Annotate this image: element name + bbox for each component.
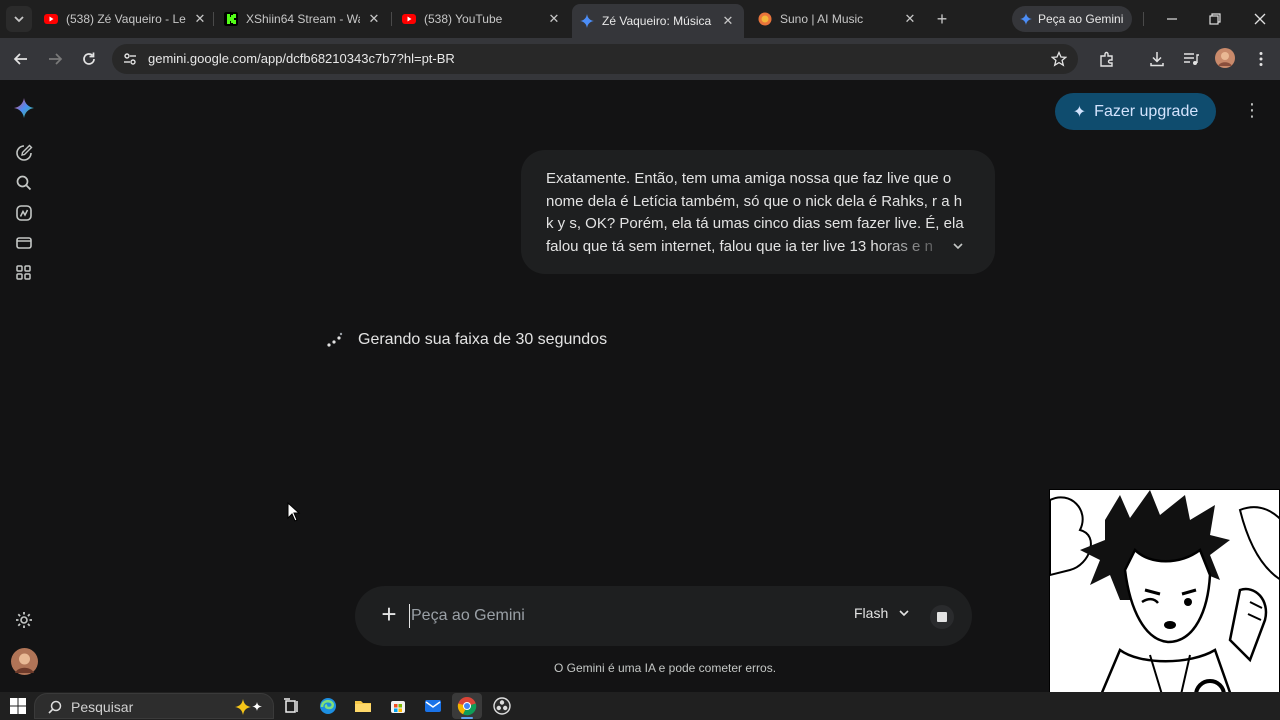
tab-title: Zé Vaqueiro: Música Le <box>602 14 714 28</box>
upgrade-label: Fazer upgrade <box>1094 102 1199 120</box>
settings-gear-icon[interactable] <box>14 610 34 630</box>
add-attachment-icon[interactable]: + <box>377 601 401 627</box>
microsoft-store-icon[interactable] <box>388 696 408 716</box>
site-info-icon[interactable] <box>122 51 138 67</box>
gemini-icon <box>1020 13 1032 25</box>
chrome-taskbar-button[interactable] <box>452 693 482 719</box>
browser-toolbar: gemini.google.com/app/dcfb68210343c7b7?h… <box>0 38 1280 80</box>
browser-menu-icon[interactable] <box>1252 50 1270 68</box>
message-fade <box>875 234 995 274</box>
upgrade-button[interactable]: ✦ Fazer upgrade <box>1055 93 1216 130</box>
search-icon[interactable] <box>14 173 34 193</box>
chevron-down-icon <box>899 610 909 617</box>
active-app-indicator <box>461 717 473 719</box>
manga-drawing <box>1050 490 1279 719</box>
extensions-icon[interactable] <box>1098 50 1116 68</box>
edge-browser-icon[interactable] <box>318 696 338 716</box>
close-window-icon[interactable] <box>1252 11 1268 27</box>
tab-search-button[interactable] <box>6 6 32 32</box>
tab-divider <box>213 12 214 26</box>
address-bar[interactable]: gemini.google.com/app/dcfb68210343c7b7?h… <box>112 44 1078 74</box>
disclaimer-text: O Gemini é uma IA e pode cometer erros. <box>553 661 777 675</box>
close-tab-icon[interactable]: ✕ <box>902 11 918 27</box>
tab-title: (538) Zé Vaqueiro - Let <box>66 12 186 26</box>
close-tab-icon[interactable]: ✕ <box>546 11 562 27</box>
profile-avatar[interactable] <box>1215 48 1235 68</box>
tab-divider <box>1143 12 1144 26</box>
library-icon[interactable] <box>14 233 34 253</box>
taskbar-search-label: Pesquisar <box>71 699 134 715</box>
search-icon <box>48 700 62 714</box>
browser-tab[interactable]: Suno | AI Music ✕ <box>758 6 918 32</box>
browser-tab[interactable]: (538) YouTube ✕ <box>402 6 562 32</box>
windows-start-icon[interactable] <box>8 696 28 716</box>
kick-icon <box>224 12 238 26</box>
tab-title: Suno | AI Music <box>780 12 864 26</box>
reload-icon[interactable] <box>80 50 98 68</box>
bookmark-star-icon[interactable] <box>1051 51 1067 67</box>
manga-character-image <box>1049 489 1280 720</box>
suno-icon <box>758 12 772 26</box>
download-icon[interactable] <box>1148 50 1166 68</box>
file-explorer-icon[interactable] <box>353 696 373 716</box>
tab-title: XShiin64 Stream - Wat <box>246 12 360 26</box>
gemini-sidebar-rail <box>0 80 48 692</box>
stop-generation-button[interactable] <box>930 605 954 629</box>
gemini-logo-icon[interactable] <box>14 98 34 118</box>
browser-tab[interactable]: (538) Zé Vaqueiro - Let ✕ <box>44 6 208 32</box>
apps-icon[interactable] <box>14 263 34 283</box>
ask-gemini-label: Peça ao Gemini <box>1038 12 1124 26</box>
youtube-icon <box>402 14 416 24</box>
status-text: Gerando sua faixa de 30 segundos <box>358 331 608 348</box>
new-chat-icon[interactable] <box>14 143 34 163</box>
media-control-icon[interactable] <box>1182 50 1200 68</box>
windows-taskbar: Pesquisar <box>0 692 1280 720</box>
new-tab-button[interactable]: + <box>932 8 952 30</box>
task-view-icon[interactable] <box>282 696 302 716</box>
youtube-icon <box>44 14 58 24</box>
account-avatar[interactable] <box>11 648 38 675</box>
mail-icon[interactable] <box>423 696 443 716</box>
taskbar-search-box[interactable]: Pesquisar <box>34 693 274 719</box>
chevron-down-icon <box>14 16 24 23</box>
back-arrow-icon[interactable] <box>12 50 30 68</box>
close-tab-icon[interactable]: ✕ <box>192 11 208 27</box>
sparkle-icon: ✦ <box>1072 103 1087 121</box>
obs-studio-icon[interactable] <box>492 696 512 716</box>
tab-divider <box>391 12 392 26</box>
loading-spinner-icon <box>327 332 343 347</box>
restore-icon[interactable] <box>1207 11 1223 27</box>
user-message-bubble: Exatamente. Então, tem uma amiga nossa q… <box>521 150 995 274</box>
browser-tab[interactable]: XShiin64 Stream - Wat ✕ <box>224 6 382 32</box>
prompt-input[interactable] <box>409 604 829 628</box>
generation-status: Gerando sua faixa de 30 segundos <box>326 328 607 352</box>
model-selector[interactable]: Flash <box>854 605 910 621</box>
prompt-box: + Flash <box>355 586 972 646</box>
gemini-icon <box>580 14 594 28</box>
close-tab-icon[interactable]: ✕ <box>366 11 382 27</box>
expand-message-chevron-icon[interactable] <box>948 236 968 256</box>
minimize-icon[interactable] <box>1164 11 1180 27</box>
chrome-icon <box>457 697 477 716</box>
browser-tab-active[interactable]: Zé Vaqueiro: Música Le ✕ <box>572 4 744 38</box>
more-options-icon[interactable]: ⋮ <box>1242 100 1262 124</box>
sparkle-icon <box>235 699 262 715</box>
gems-icon[interactable] <box>14 203 34 223</box>
model-label: Flash <box>854 605 889 621</box>
tab-title: (538) YouTube <box>424 12 503 26</box>
forward-arrow-icon[interactable] <box>46 50 64 68</box>
url-text[interactable]: gemini.google.com/app/dcfb68210343c7b7?h… <box>148 51 455 66</box>
ask-gemini-button[interactable]: Peça ao Gemini <box>1012 6 1132 32</box>
browser-tab-strip: (538) Zé Vaqueiro - Let ✕ XShiin64 Strea… <box>0 0 1280 38</box>
close-tab-icon[interactable]: ✕ <box>720 13 736 29</box>
mouse-cursor-icon <box>287 502 301 522</box>
